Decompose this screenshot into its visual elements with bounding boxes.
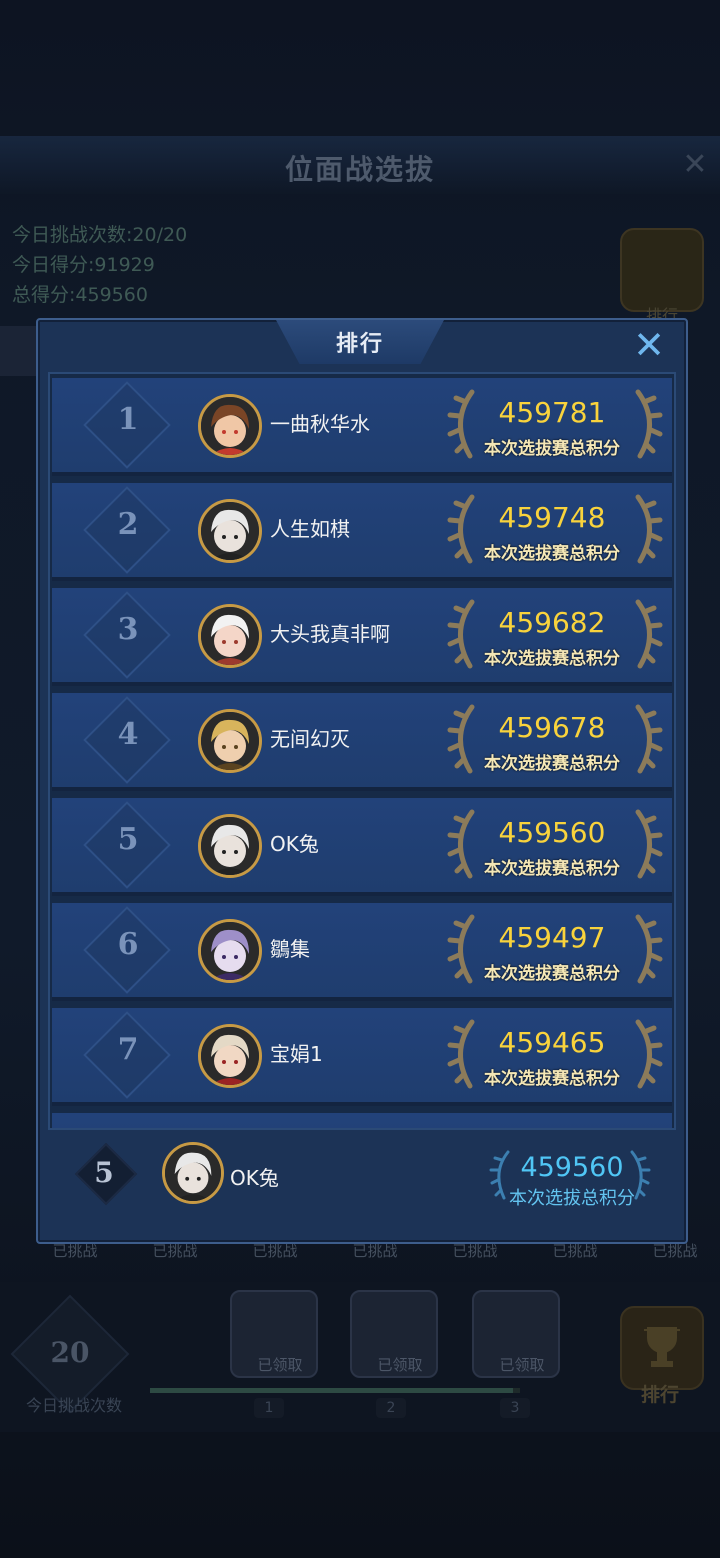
score-label: 本次选拔赛总积分 <box>484 544 620 564</box>
score-label: 本次选拔赛总积分 <box>484 439 620 459</box>
avatar[interactable] <box>198 394 262 458</box>
rank-row[interactable]: 1 一曲秋华水 459781 本次选拔赛总积分 <box>52 378 672 476</box>
player-name: 鶵集 <box>270 937 310 961</box>
score-label: 本次选拔赛总积分 <box>484 1069 620 1089</box>
self-avatar <box>162 1142 224 1204</box>
player-score: 459682 <box>498 606 606 639</box>
reward-progress-bar <box>150 1388 520 1393</box>
trophy-label: 排行 <box>640 1384 679 1406</box>
bg-page-title: 位面战选拔 <box>284 153 435 186</box>
milestone-2: 2 <box>376 1398 406 1418</box>
chest-status-label: 已领取 <box>377 1356 423 1374</box>
player-score: 459560 <box>498 816 606 849</box>
bg-rank-button: 排行 <box>620 228 704 325</box>
avatar[interactable] <box>198 1024 262 1088</box>
avatar[interactable] <box>198 709 262 773</box>
rank-number: 4 <box>117 717 139 752</box>
player-score: 459678 <box>498 711 606 744</box>
player-name: 一曲秋华水 <box>270 412 370 436</box>
reward-progress-fill <box>150 1388 513 1393</box>
player-score: 459465 <box>498 1026 606 1059</box>
player-name: OK兔 <box>270 832 319 856</box>
today-count-value: 20 <box>50 1336 90 1369</box>
trophy-icon <box>620 1306 704 1390</box>
rank-row-partial <box>52 1113 672 1128</box>
self-rank: 5 <box>94 1156 114 1189</box>
rank-row[interactable]: 6 鶵集 459497 本次选拔赛总积分 <box>52 903 672 1001</box>
player-name: 宝娟1 <box>270 1042 323 1066</box>
rank-trophy-button[interactable]: 排行 <box>620 1306 704 1406</box>
bg-stat-today-score: 今日得分:91929 <box>12 254 155 276</box>
modal-title: 排行 <box>335 332 384 357</box>
score-label: 本次选拔赛总积分 <box>484 649 620 669</box>
chest-status-label: 已领取 <box>499 1356 545 1374</box>
milestone-1: 1 <box>254 1398 284 1418</box>
rank-row[interactable]: 4 无间幻灭 459678 本次选拔赛总积分 <box>52 693 672 791</box>
player-score: 459748 <box>498 501 606 534</box>
rank-number: 6 <box>117 927 139 962</box>
rank-number: 2 <box>117 507 139 542</box>
player-name: 无间幻灭 <box>270 727 350 751</box>
bg-stat-challenges: 今日挑战次数:20/20 <box>12 224 188 246</box>
avatar[interactable] <box>198 814 262 878</box>
self-score-label: 本次选拔总积分 <box>509 1188 635 1209</box>
avatar[interactable] <box>198 499 262 563</box>
bg-stat-total-score: 总得分:459560 <box>12 284 148 306</box>
rank-number: 7 <box>117 1032 139 1067</box>
challenge-status-row: 已挑战 已挑战 已挑战 已挑战 已挑战 已挑战 已挑战 <box>0 1240 720 1270</box>
rank-number: 5 <box>117 822 139 857</box>
milestone-3: 3 <box>500 1398 530 1418</box>
self-name: OK兔 <box>230 1166 279 1190</box>
player-score: 459497 <box>498 921 606 954</box>
avatar[interactable] <box>198 919 262 983</box>
rank-number: 3 <box>117 612 139 647</box>
score-label: 本次选拔赛总积分 <box>484 754 620 774</box>
bg-close-icon: ✕ <box>682 147 708 182</box>
today-count-label: 今日挑战次数 <box>25 1396 122 1415</box>
player-score: 459781 <box>498 396 606 429</box>
player-name: 人生如棋 <box>270 517 350 541</box>
player-name: 大头我真非啊 <box>270 622 390 646</box>
avatar[interactable] <box>198 604 262 668</box>
self-score: 459560 <box>520 1152 624 1183</box>
rank-row[interactable]: 7 宝娟1 459465 本次选拔赛总积分 <box>52 1008 672 1106</box>
rank-number: 1 <box>117 402 139 437</box>
rank-row[interactable]: 5 OK兔 459560 本次选拔赛总积分 <box>52 798 672 896</box>
bg-side-tab <box>0 326 40 376</box>
rank-row[interactable]: 3 大头我真非啊 459682 本次选拔赛总积分 <box>52 588 672 686</box>
score-label: 本次选拔赛总积分 <box>484 964 620 984</box>
score-label: 本次选拔赛总积分 <box>484 859 620 879</box>
ranking-list[interactable]: 1 一曲秋华水 459781 本次选拔赛总积分 2 人生如棋 459748 本次选拔赛总积分 3… <box>48 372 676 1130</box>
close-icon[interactable]: ✕ <box>630 326 668 364</box>
chest-status-label: 已领取 <box>257 1356 303 1374</box>
rank-row[interactable]: 2 人生如棋 459748 本次选拔赛总积分 <box>52 483 672 581</box>
